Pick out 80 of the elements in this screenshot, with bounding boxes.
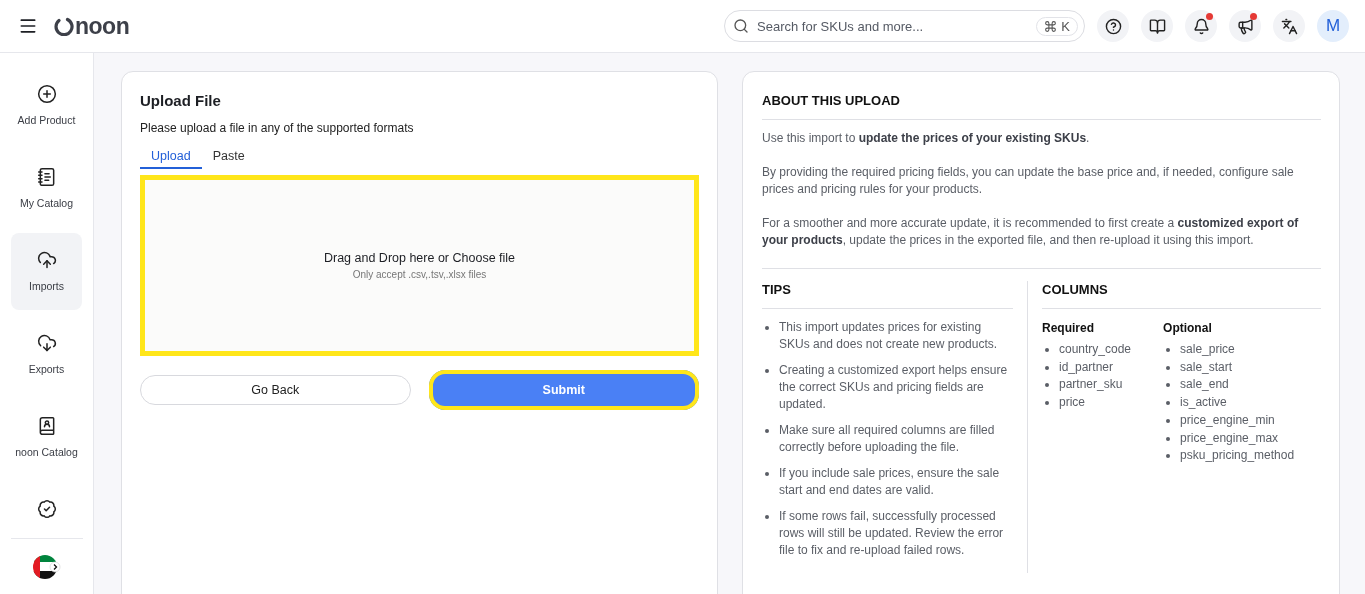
tip-item: If you include sale prices, ensure the sale start and end dates are valid. bbox=[779, 465, 1001, 499]
card-title: Upload File bbox=[140, 92, 222, 109]
column-name: is_active bbox=[1180, 394, 1227, 412]
bullet-icon bbox=[1166, 383, 1171, 388]
cloud-upload-icon bbox=[36, 250, 57, 270]
help-button[interactable] bbox=[1097, 10, 1129, 42]
notification-dot bbox=[1206, 13, 1213, 20]
bell-icon bbox=[1192, 17, 1210, 35]
column-name: price_engine_max bbox=[1180, 429, 1279, 447]
tab[interactable]: Upload bbox=[140, 149, 202, 169]
shortcut-key: K bbox=[1061, 18, 1070, 34]
badge-check-icon bbox=[36, 499, 57, 519]
paragraph: By providing the required pricing fields, you can update the base price and, if needed, configure sale prices and pricing rules for your products. bbox=[762, 164, 1295, 198]
back-button[interactable]: Go Back bbox=[140, 375, 411, 405]
logo-icon bbox=[54, 16, 74, 36]
tip-item: Make sure all required columns are filled correctly before uploading the file. bbox=[779, 422, 996, 456]
bullet-icon bbox=[765, 472, 769, 476]
notebook-icon bbox=[36, 167, 57, 187]
bullet-icon bbox=[1166, 401, 1171, 406]
paragraph: Use this import to update the prices of your existing SKUs. bbox=[762, 130, 1091, 147]
tip-item: If some rows fail, successfully processed rows will still be updated. Review the error file to fix and re-upload failed rows. bbox=[779, 508, 1005, 559]
bullet-icon bbox=[765, 429, 769, 433]
sidebar-item[interactable]: noon Catalog bbox=[11, 399, 82, 476]
sidebar-item[interactable]: My Catalog bbox=[11, 150, 82, 227]
bullet-icon bbox=[1045, 383, 1049, 388]
bullet-icon bbox=[1045, 365, 1049, 370]
bullet-icon bbox=[1166, 418, 1171, 423]
section-title: COLUMNS bbox=[1042, 281, 1321, 309]
megaphone-button[interactable] bbox=[1229, 10, 1261, 42]
column-name: price bbox=[1059, 394, 1085, 412]
search-input[interactable]: Search for SKUs and more... bbox=[755, 17, 1031, 35]
bullet-icon bbox=[765, 369, 769, 373]
column-name: country_code bbox=[1059, 341, 1132, 358]
drop-zone-text: Drag and Drop here or Choose file bbox=[323, 251, 516, 265]
section-title: TIPS bbox=[762, 281, 1013, 309]
column-name: sale_price bbox=[1180, 341, 1235, 358]
translate-button[interactable] bbox=[1273, 10, 1305, 42]
avatar[interactable]: M bbox=[1317, 10, 1349, 42]
column-name: sale_start bbox=[1180, 358, 1233, 376]
tab[interactable]: Paste bbox=[201, 149, 256, 169]
help-icon bbox=[1104, 17, 1122, 35]
translate-icon bbox=[1280, 17, 1298, 35]
drop-zone[interactable]: Drag and Drop here or Choose file Only accept .csv,.tsv,.xlsx files bbox=[140, 175, 699, 356]
tip-item: Creating a customized export helps ensure the correct SKUs and pricing fields are updated. bbox=[779, 362, 1009, 413]
bell-button[interactable] bbox=[1185, 10, 1217, 42]
bullet-icon bbox=[1045, 348, 1049, 352]
sidebar-item[interactable]: Exports bbox=[11, 316, 82, 393]
logo-text: noon bbox=[75, 12, 130, 40]
bullet-icon bbox=[1045, 401, 1049, 406]
sidebar-item[interactable]: Add Product bbox=[11, 67, 82, 144]
group-title: Optional bbox=[1163, 320, 1213, 337]
plus-circle-icon bbox=[36, 84, 57, 104]
book-icon bbox=[1148, 17, 1166, 35]
column-name: sale_end bbox=[1180, 376, 1229, 394]
search-icon bbox=[733, 18, 749, 34]
section-title: ABOUT THIS UPLOAD bbox=[762, 92, 1321, 120]
notification-dot bbox=[1250, 13, 1257, 20]
flag-icon[interactable] bbox=[31, 553, 62, 580]
bullet-icon bbox=[765, 515, 769, 519]
submit-button[interactable]: Submit bbox=[428, 370, 699, 410]
column-name: partner_sku bbox=[1059, 376, 1123, 394]
bullet-icon bbox=[765, 326, 769, 330]
group-title: Required bbox=[1042, 320, 1095, 337]
card-subtitle: Please upload a file in any of the supported formats bbox=[140, 121, 415, 135]
megaphone-icon bbox=[1236, 17, 1254, 35]
bullet-icon bbox=[1166, 436, 1171, 441]
drop-zone-hint: Only accept .csv,.tsv,.xlsx files bbox=[352, 269, 487, 280]
paragraph: For a smoother and more accurate update, it is recommended to first create a customized export of your products, update the prices in the exported file, and then re-upload it using this import. bbox=[762, 215, 1300, 249]
column-name: id_partner bbox=[1059, 358, 1114, 376]
column-name: price_engine_min bbox=[1180, 411, 1275, 429]
cloud-download-icon bbox=[36, 333, 57, 353]
menu-icon[interactable] bbox=[18, 16, 38, 36]
book-button[interactable] bbox=[1141, 10, 1173, 42]
column-name: psku_pricing_method bbox=[1180, 447, 1295, 465]
sidebar-item[interactable]: Imports bbox=[11, 233, 82, 310]
command-icon bbox=[1044, 19, 1058, 33]
bullet-icon bbox=[1166, 454, 1171, 459]
bullet-icon bbox=[1166, 365, 1171, 370]
bullet-icon bbox=[1166, 348, 1171, 352]
tip-item: This import updates prices for existing SKUs and does not create new products. bbox=[779, 319, 999, 353]
